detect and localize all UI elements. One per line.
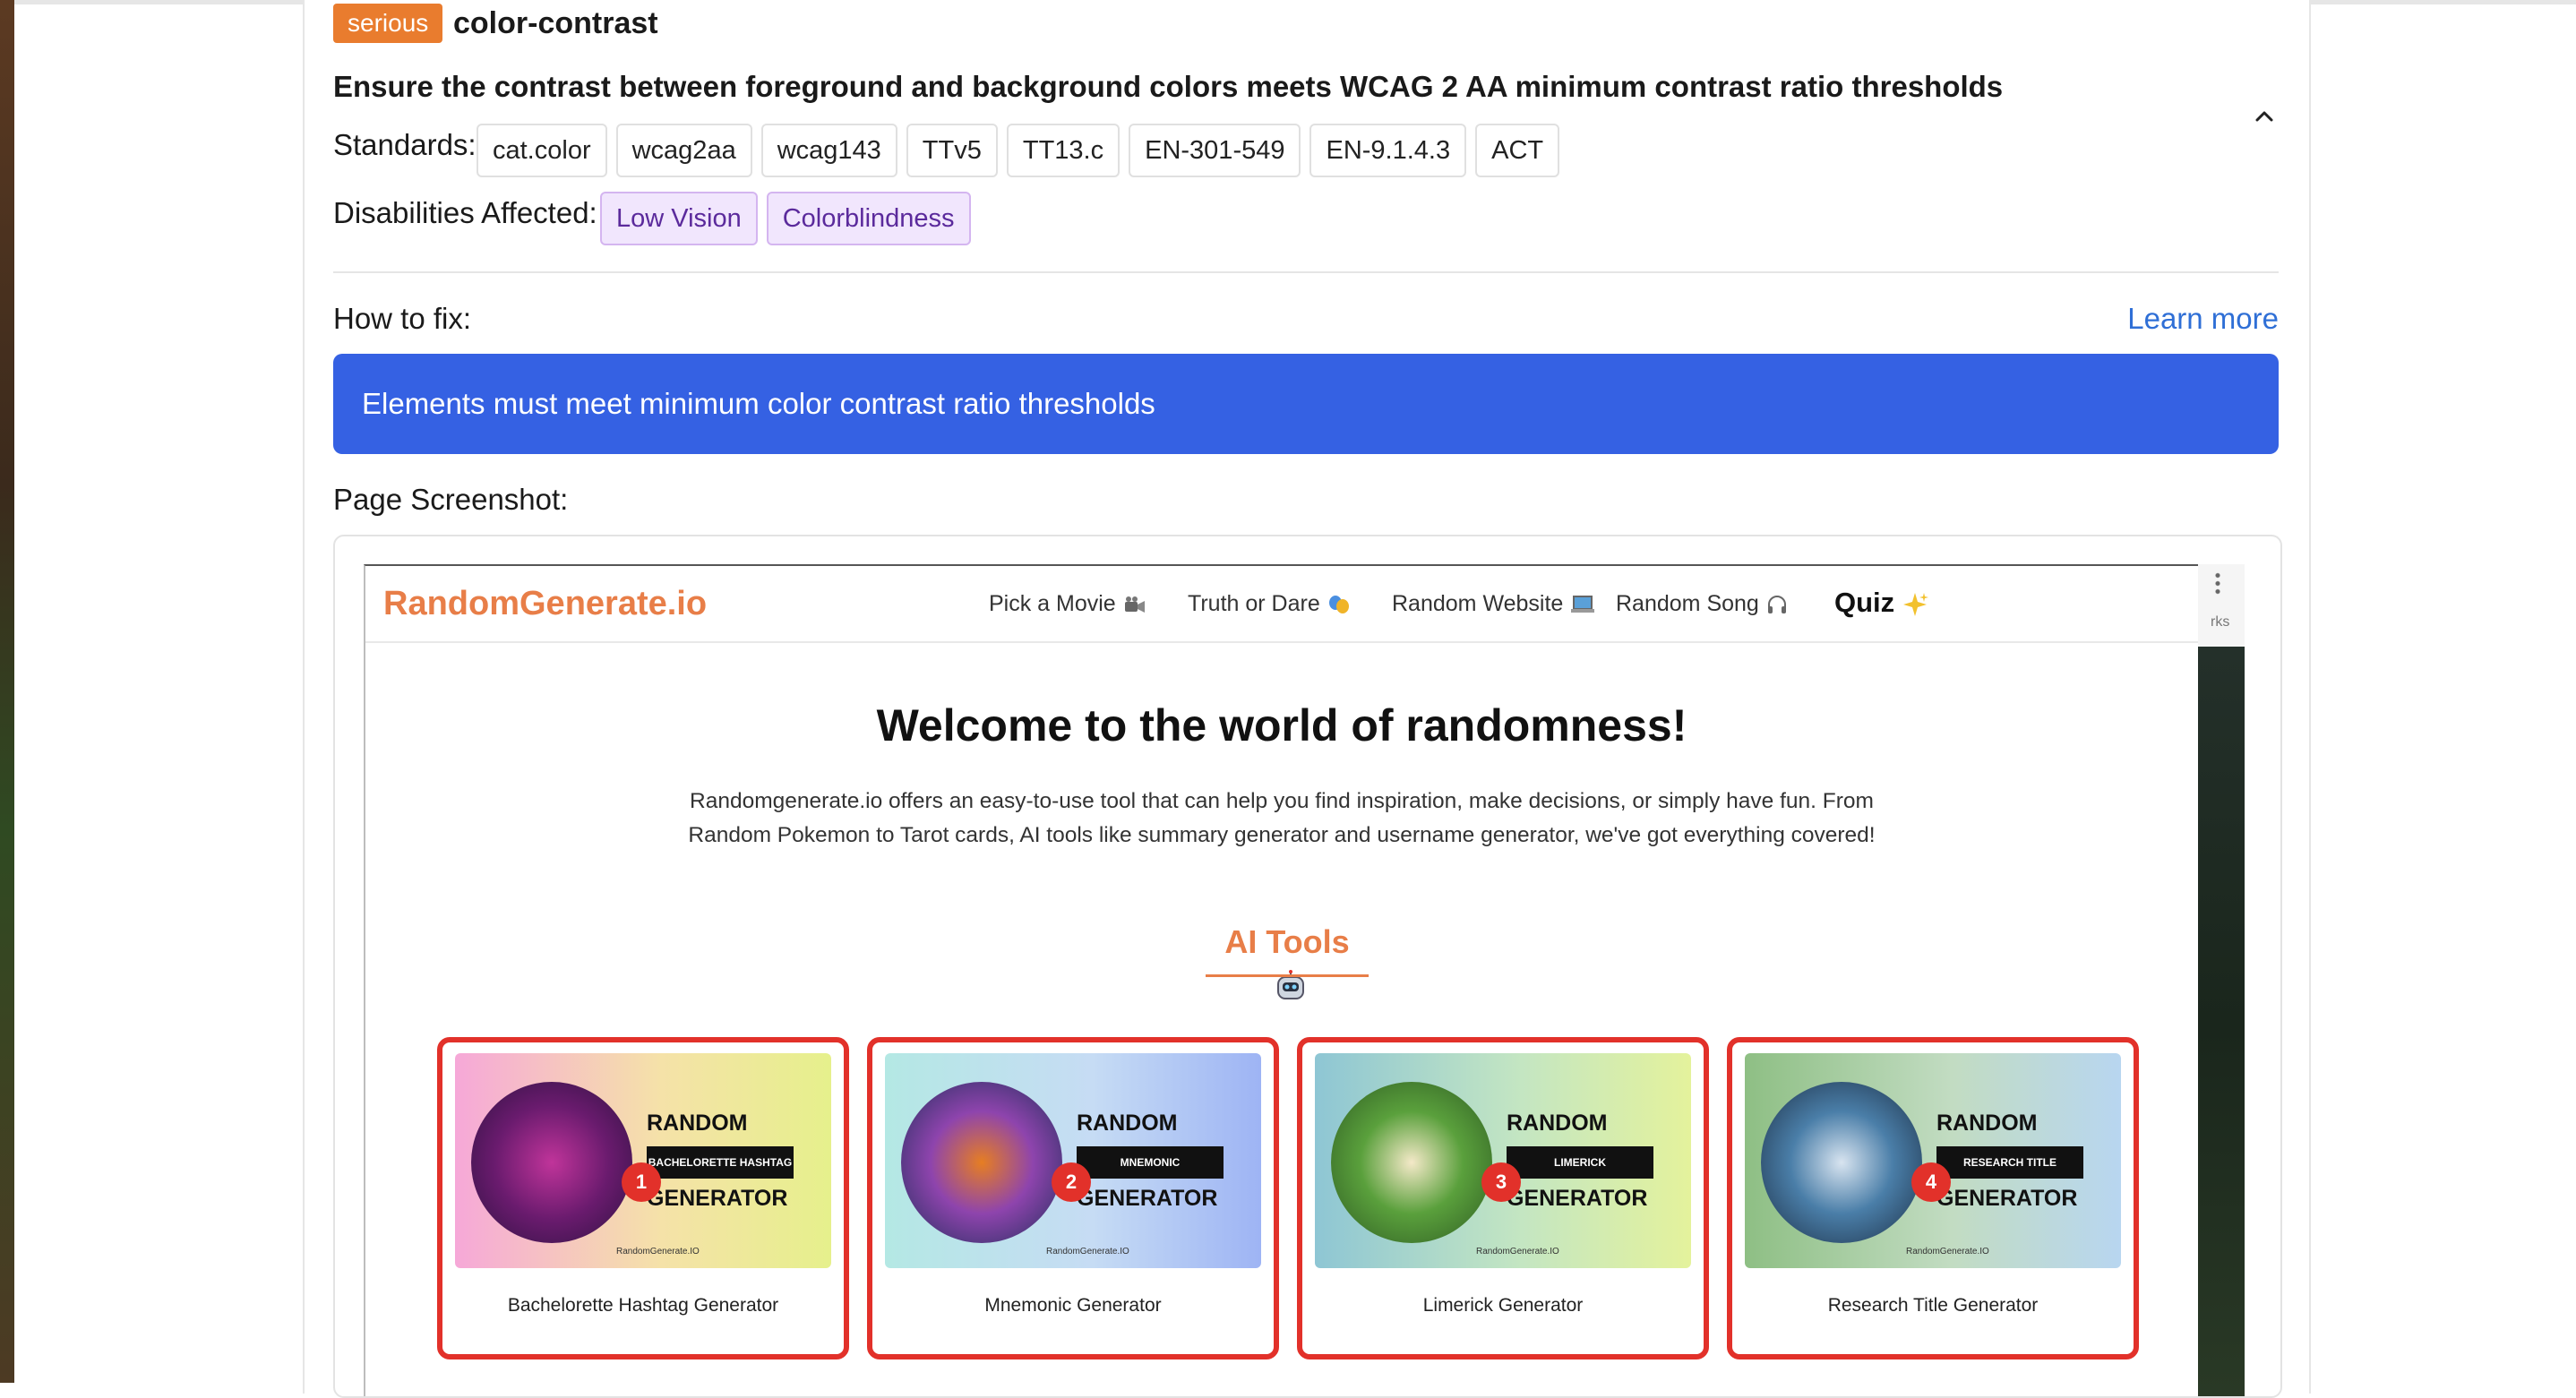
thumb-text: RANDOM [1936, 1111, 2038, 1136]
theater-masks-icon [1328, 596, 1349, 614]
browser-side-panel [2198, 564, 2245, 647]
standard-chip: TTv5 [906, 124, 998, 177]
violation-number-badge: 2 [1052, 1162, 1091, 1202]
tool-card[interactable]: RANDOM LIMERICK GENERATOR RandomGenerate… [1297, 1037, 1709, 1359]
page-screenshot-label: Page Screenshot: [333, 483, 569, 516]
card-thumbnail: RANDOM BACHELORETTE HASHTAG GENERATOR Ra… [455, 1053, 831, 1268]
standards-list: cat.color wcag2aa wcag143 TTv5 TT13.c EN… [477, 124, 1560, 177]
ai-tools-heading: AI Tools [1206, 921, 1369, 1007]
standard-chip: EN-9.1.4.3 [1309, 124, 1467, 177]
nav-random-website: Random Website [1392, 588, 1595, 620]
thumb-site: RandomGenerate.IO [1476, 1247, 1559, 1256]
thumb-banner: MNEMONIC [1077, 1146, 1224, 1179]
card-title: Bachelorette Hashtag Generator [507, 1295, 779, 1316]
nav-label: Truth or Dare [1188, 591, 1320, 616]
disability-chip: Low Vision [600, 192, 758, 245]
page-screenshot-frame: RandomGenerate.io Pick a Movie Truth or … [333, 535, 2282, 1398]
thumb-text: GENERATOR [647, 1186, 788, 1211]
nav-quiz: Quiz [1834, 584, 1929, 622]
nav-label: Pick a Movie [989, 591, 1116, 616]
nav-label: Quiz [1834, 587, 1895, 618]
thumb-banner: LIMERICK [1507, 1146, 1653, 1179]
sparkles-icon [1903, 592, 1929, 616]
thumb-text: RANDOM [1507, 1111, 1608, 1136]
disability-chip: Colorblindness [766, 192, 971, 245]
standards-label: Standards: [333, 128, 477, 161]
thumb-text: RANDOM [647, 1111, 748, 1136]
standard-chip: wcag143 [760, 124, 897, 177]
card-thumbnail: RANDOM LIMERICK GENERATOR RandomGenerate… [1315, 1053, 1691, 1268]
card-title: Mnemonic Generator [984, 1295, 1162, 1316]
thumb-text: GENERATOR [1507, 1186, 1648, 1211]
thumb-text: GENERATOR [1936, 1186, 2078, 1211]
how-to-fix-label: How to fix: [333, 302, 472, 335]
movie-camera-icon [1124, 596, 1145, 613]
laptop-icon [1571, 596, 1595, 613]
section-underline [1206, 974, 1369, 977]
thumb-banner: RESEARCH TITLE [1936, 1146, 2083, 1179]
tool-card[interactable]: RANDOM MNEMONIC GENERATOR RandomGenerate… [867, 1037, 1279, 1359]
violation-number-badge: 3 [1481, 1162, 1521, 1202]
nav-truth-or-dare: Truth or Dare [1188, 588, 1351, 620]
rule-id: color-contrast [453, 6, 658, 40]
card-title: Limerick Generator [1422, 1295, 1584, 1316]
card-thumbnail: RANDOM MNEMONIC GENERATOR RandomGenerate… [885, 1053, 1261, 1268]
thumbnail-art [471, 1082, 632, 1243]
thumb-site: RandomGenerate.IO [1046, 1247, 1129, 1256]
page-screenshot: RandomGenerate.io Pick a Movie Truth or … [364, 564, 2245, 1396]
tool-card[interactable]: RANDOM RESEARCH TITLE GENERATOR RandomGe… [1727, 1037, 2139, 1359]
site-nav-bar: RandomGenerate.io Pick a Movie Truth or … [365, 566, 2198, 643]
thumb-site: RandomGenerate.IO [1906, 1247, 1989, 1256]
tool-card[interactable]: RANDOM BACHELORETTE HASHTAG GENERATOR Ra… [437, 1037, 849, 1359]
nav-pick-a-movie: Pick a Movie [989, 588, 1146, 620]
chevron-up-icon[interactable] [2248, 100, 2280, 133]
card-title: Research Title Generator [1827, 1295, 2039, 1316]
desktop-background-edge [0, 0, 14, 1383]
site-intro: Randomgenerate.io offers an easy-to-use … [688, 785, 1876, 853]
section-title: AI Tools [1224, 923, 1350, 960]
intro-line: Random Pokemon to Tarot cards, AI tools … [688, 823, 1876, 847]
headphones-icon [1767, 596, 1786, 614]
fix-summary-banner: Elements must meet minimum color contras… [333, 354, 2279, 454]
standard-chip: TT13.c [1006, 124, 1121, 177]
site-heading: Welcome to the world of randomness! [876, 700, 1687, 750]
violation-number-badge: 4 [1911, 1162, 1951, 1202]
section-divider [333, 271, 2279, 273]
thumbnail-art [901, 1082, 1062, 1243]
nav-random-song: Random Song [1616, 588, 1788, 620]
thumb-text: GENERATOR [1077, 1186, 1218, 1211]
nav-label: Random Song [1616, 591, 1759, 616]
card-thumbnail: RANDOM RESEARCH TITLE GENERATOR RandomGe… [1745, 1053, 2121, 1268]
impact-badge: serious [333, 4, 443, 43]
standard-chip: EN-301-549 [1129, 124, 1301, 177]
standard-chip: ACT [1475, 124, 1560, 177]
website-viewport: RandomGenerate.io Pick a Movie Truth or … [364, 564, 2198, 1396]
intro-line: Randomgenerate.io offers an easy-to-use … [690, 789, 1874, 813]
learn-more-link[interactable]: Learn more [2127, 301, 2279, 337]
standard-chip: wcag2aa [615, 124, 752, 177]
thumb-banner: BACHELORETTE HASHTAG [647, 1146, 794, 1179]
thumb-text: RANDOM [1077, 1111, 1178, 1136]
rule-description: Ensure the contrast between foreground a… [333, 70, 2004, 103]
disabilities-label: Disabilities Affected: [333, 196, 597, 229]
kebab-menu-icon [2214, 571, 2221, 596]
site-logo: RandomGenerate.io [383, 585, 708, 622]
side-background [2198, 647, 2245, 1396]
thumb-site: RandomGenerate.IO [616, 1247, 700, 1256]
disabilities-list: Low Vision Colorblindness [600, 192, 971, 245]
violation-number-badge: 1 [622, 1162, 661, 1202]
thumbnail-art [1761, 1082, 1922, 1243]
standard-chip: cat.color [477, 124, 607, 177]
side-panel-text: rks [2211, 614, 2230, 630]
nav-label: Random Website [1392, 591, 1564, 616]
thumbnail-art [1331, 1082, 1492, 1243]
